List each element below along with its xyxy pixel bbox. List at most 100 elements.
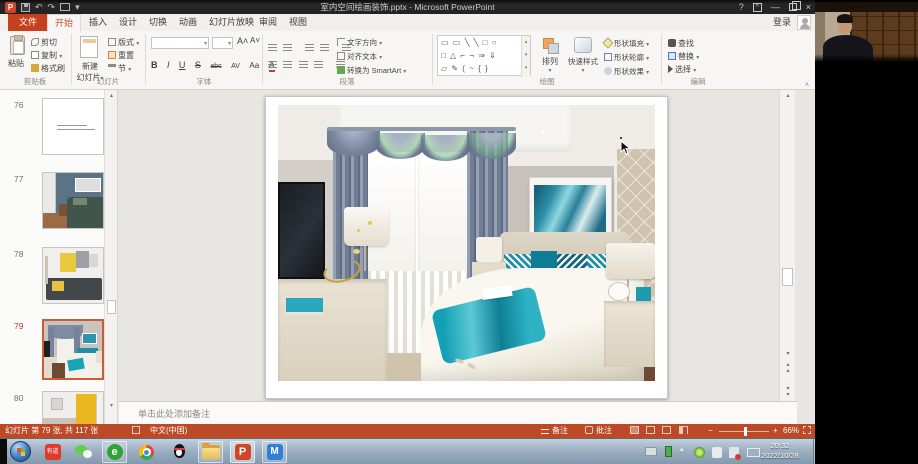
- scroll-thumb[interactable]: [782, 268, 793, 286]
- zoom-slider-thumb[interactable]: [744, 427, 747, 436]
- numbering-icon[interactable]: [283, 44, 292, 52]
- slide-thumbnail-77[interactable]: [42, 172, 104, 229]
- start-button[interactable]: [10, 441, 31, 462]
- taskbar-powerpoint-icon[interactable]: P: [230, 441, 255, 463]
- align-right-icon[interactable]: [299, 61, 308, 69]
- zoom-in-button[interactable]: +: [773, 426, 778, 436]
- tray-battery-icon[interactable]: [665, 446, 672, 457]
- notes-pane[interactable]: 单击此处添加备注: [119, 401, 797, 424]
- minimize-button[interactable]: —: [771, 1, 780, 13]
- previous-slide-button[interactable]: ▴▴: [780, 362, 796, 374]
- replace-button[interactable]: 替换 ▾: [668, 51, 699, 62]
- slide-thumbnail-78[interactable]: [42, 247, 104, 304]
- collapse-ribbon-icon[interactable]: ˄: [805, 82, 809, 89]
- thumbnail-scroll-down-icon[interactable]: ▾: [105, 400, 118, 412]
- tray-360safe-icon[interactable]: [694, 447, 705, 458]
- paste-button[interactable]: 粘贴: [8, 58, 24, 69]
- ribbon-display-button[interactable]: ^: [753, 3, 762, 12]
- comments-toggle[interactable]: 批注: [585, 426, 612, 436]
- scroll-up-icon[interactable]: ▴: [780, 90, 796, 103]
- tray-app-icon[interactable]: [712, 447, 722, 458]
- taskbar-explorer-icon[interactable]: [198, 441, 223, 463]
- tray-ime-icon[interactable]: [645, 447, 657, 456]
- underline-button[interactable]: U: [179, 60, 186, 70]
- spellcheck-icon[interactable]: [132, 426, 143, 436]
- language-indicator[interactable]: 中文(中国): [150, 426, 187, 436]
- bold-button[interactable]: B: [151, 60, 158, 70]
- convert-smartart-button[interactable]: 转换为 SmartArt ▾: [337, 65, 406, 76]
- cut-button[interactable]: 剪切: [31, 37, 57, 48]
- account-avatar-icon[interactable]: [797, 15, 811, 30]
- align-center-icon[interactable]: [283, 61, 292, 69]
- font-size-combobox[interactable]: [212, 37, 233, 49]
- thumbnail-scroll-thumb[interactable]: [107, 300, 116, 314]
- layout-button[interactable]: 版式 ▾: [108, 37, 139, 48]
- notes-toggle[interactable]: 备注: [541, 426, 568, 436]
- fit-to-window-icon[interactable]: [803, 426, 814, 436]
- strikethrough-button[interactable]: S: [195, 60, 201, 70]
- taskbar-wechat-icon[interactable]: [71, 441, 96, 463]
- increase-indent-icon[interactable]: [320, 44, 329, 52]
- character-spacing-button[interactable]: AV: [231, 63, 240, 70]
- bullets-icon[interactable]: [268, 44, 277, 52]
- shapes-gallery-scrollbar[interactable]: ▴▾▾: [521, 36, 530, 77]
- scroll-down-icon[interactable]: ▾: [780, 348, 796, 361]
- slide-sorter-view-button[interactable]: [646, 426, 655, 434]
- zoom-percentage[interactable]: 66%: [783, 426, 799, 436]
- tab-file[interactable]: 文件: [8, 14, 48, 31]
- change-case-button[interactable]: Aa: [249, 61, 259, 70]
- tab-insert[interactable]: 插入: [82, 14, 114, 31]
- thumbnail-scroll-up-icon[interactable]: ▴: [105, 90, 118, 102]
- font-name-combobox[interactable]: [151, 37, 209, 49]
- taskbar-youdao-icon[interactable]: 有道: [40, 441, 65, 463]
- taskbar-qq-icon[interactable]: [166, 441, 191, 463]
- shapes-gallery[interactable]: ▭ ▭ ╲ ╲ □ ○ □ △ ⌐ ¬ ⇒ ⇓ ▱ ✎ ( ~ { } ▴▾▾: [437, 35, 531, 76]
- slide-79[interactable]: [265, 96, 668, 399]
- close-button[interactable]: ×: [806, 1, 811, 13]
- shapes-row-1[interactable]: ▭ ▭ ╲ ╲ □ ○: [438, 36, 530, 49]
- arrange-button[interactable]: 排列 ▾: [536, 37, 564, 74]
- normal-view-button[interactable]: [630, 426, 639, 434]
- find-button[interactable]: 查找: [668, 38, 694, 49]
- tab-home[interactable]: 开始: [47, 14, 81, 31]
- tab-transitions[interactable]: 切换: [142, 14, 174, 31]
- help-button[interactable]: ?: [739, 1, 744, 13]
- shrink-font-button[interactable]: A˅: [250, 36, 260, 45]
- text-shadow-button[interactable]: abc: [210, 63, 221, 70]
- slideshow-view-button[interactable]: [679, 426, 688, 434]
- taskbar-chrome-icon[interactable]: [134, 441, 159, 463]
- quick-styles-button[interactable]: 快速样式 ▾: [566, 37, 600, 74]
- sign-in-link[interactable]: 登录: [773, 14, 791, 31]
- taskbar-clock[interactable]: 20:32 2022/10/28: [750, 441, 810, 461]
- paste-icon[interactable]: [10, 36, 25, 55]
- copy-button[interactable]: 复制 ▾: [31, 50, 62, 61]
- section-button[interactable]: 节 ▾: [108, 63, 131, 74]
- shapes-row-2[interactable]: □ △ ⌐ ¬ ⇒ ⇓: [438, 49, 530, 62]
- select-button[interactable]: 选择 ▾: [668, 64, 696, 75]
- tray-flag-icon[interactable]: [729, 447, 739, 458]
- decrease-indent-icon[interactable]: [305, 44, 314, 52]
- align-text-button[interactable]: 对齐文本 ▾: [337, 51, 382, 62]
- reading-view-button[interactable]: [662, 426, 671, 434]
- zoom-out-button[interactable]: −: [708, 426, 713, 436]
- restore-button[interactable]: [789, 3, 797, 11]
- format-painter-button[interactable]: 格式刷: [31, 63, 65, 74]
- slide-thumbnail-80[interactable]: [42, 391, 104, 424]
- tab-design[interactable]: 设计: [112, 14, 144, 31]
- tab-review[interactable]: 审阅: [252, 14, 284, 31]
- next-slide-button[interactable]: ▾▾: [780, 386, 796, 398]
- italic-button[interactable]: I: [167, 60, 170, 70]
- shapes-row-3[interactable]: ▱ ✎ ( ~ { }: [438, 62, 530, 75]
- shape-outline-button[interactable]: 形状轮廓 ▾: [604, 52, 649, 63]
- align-left-icon[interactable]: [268, 61, 277, 69]
- tray-show-hidden-icon[interactable]: ▴: [680, 445, 684, 453]
- taskbar-360browser-icon[interactable]: e: [102, 441, 127, 463]
- taskbar-mockplus-icon[interactable]: M: [262, 441, 287, 463]
- justify-icon[interactable]: [314, 61, 323, 69]
- tab-view[interactable]: 视图: [282, 14, 314, 31]
- tab-animations[interactable]: 动画: [172, 14, 204, 31]
- notes-placeholder[interactable]: 单击此处添加备注: [138, 407, 210, 420]
- grow-font-button[interactable]: A˄: [237, 36, 248, 46]
- slide-thumbnail-79-selected[interactable]: [42, 319, 104, 380]
- shape-fill-button[interactable]: 形状填充 ▾: [604, 38, 649, 49]
